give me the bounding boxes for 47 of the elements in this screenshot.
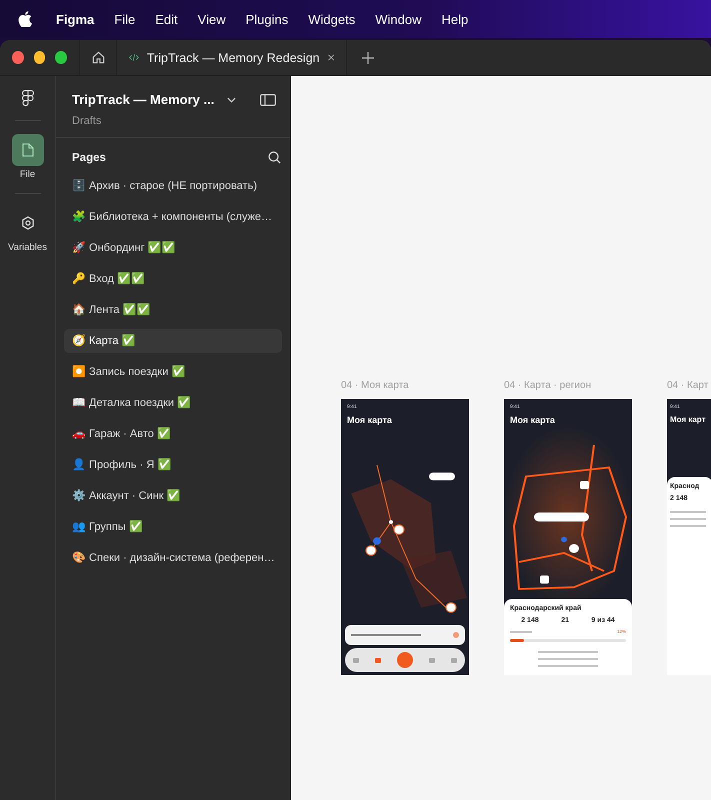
page-item[interactable]: 🔑 Вход ✅✅ bbox=[64, 267, 282, 291]
page-item[interactable]: 🚗 Гараж · Авто ✅ bbox=[64, 422, 282, 446]
page-item[interactable]: 🧩 Библиотека + компоненты (служе… bbox=[64, 205, 282, 229]
close-window-button[interactable] bbox=[12, 51, 24, 64]
page-item[interactable]: 👥 Группы ✅ bbox=[64, 515, 282, 539]
menu-item[interactable]: Widgets bbox=[308, 12, 356, 26]
page-item[interactable]: 🏠 Лента ✅✅ bbox=[64, 298, 282, 322]
file-title[interactable]: TripTrack — Memory ... bbox=[72, 92, 219, 107]
new-tab-icon[interactable] bbox=[362, 52, 374, 64]
home-icon bbox=[90, 50, 106, 65]
summary-card[interactable] bbox=[345, 625, 465, 645]
rail-label: Variables bbox=[8, 242, 47, 253]
project-location[interactable]: Drafts bbox=[56, 107, 290, 127]
page-item[interactable]: 🗄 Архив · старое (НЕ портировать) bbox=[64, 174, 282, 198]
file-icon bbox=[22, 143, 34, 157]
tab-title: TripTrack — Memory Redesign bbox=[146, 50, 320, 64]
home-button[interactable] bbox=[79, 40, 117, 75]
rail-button[interactable] bbox=[12, 134, 44, 166]
menu-item[interactable]: File bbox=[114, 12, 136, 26]
menu-item[interactable]: Window bbox=[375, 12, 422, 26]
menu-item[interactable]: Edit bbox=[155, 12, 178, 26]
screen-title: Моя карта bbox=[510, 415, 556, 425]
search-icon[interactable] bbox=[268, 151, 281, 164]
app-menu[interactable]: Figma bbox=[56, 12, 94, 26]
figma-logo-icon[interactable] bbox=[22, 90, 34, 107]
close-icon[interactable] bbox=[328, 52, 334, 63]
chevron-down-icon[interactable] bbox=[227, 96, 236, 102]
apple-logo-icon[interactable] bbox=[18, 11, 32, 27]
page-item[interactable]: ⚙ Аккаунт · Синк ✅ bbox=[64, 484, 282, 508]
minimize-window-button[interactable] bbox=[34, 51, 46, 64]
page-item[interactable]: 🧭 Карта ✅ bbox=[64, 329, 282, 353]
panel-toggle-icon[interactable] bbox=[260, 94, 276, 106]
variables-icon bbox=[20, 216, 34, 230]
page-item[interactable]: 🚀 Онбординг ✅✅ bbox=[64, 236, 282, 260]
page-item[interactable]: 📖 Деталка поездки ✅ bbox=[64, 391, 282, 415]
page-item[interactable]: 🎨 Спеки · дизайн-система (референ… bbox=[64, 546, 282, 570]
menu-item[interactable]: Help bbox=[441, 12, 468, 26]
menu-item[interactable]: View bbox=[198, 12, 226, 26]
page-item[interactable]: ⏺ Запись поездки ✅ bbox=[64, 360, 282, 384]
screen-title: Моя карт bbox=[670, 415, 706, 424]
code-icon bbox=[129, 51, 139, 64]
menu-item[interactable]: Plugins bbox=[246, 12, 288, 26]
pages-heading: Pages bbox=[72, 152, 106, 164]
zoom-window-button[interactable] bbox=[55, 51, 68, 64]
page-item[interactable]: 👤 Профиль · Я ✅ bbox=[64, 453, 282, 477]
rail-label: File bbox=[20, 169, 36, 180]
screen-title: Моя карта bbox=[347, 415, 393, 425]
